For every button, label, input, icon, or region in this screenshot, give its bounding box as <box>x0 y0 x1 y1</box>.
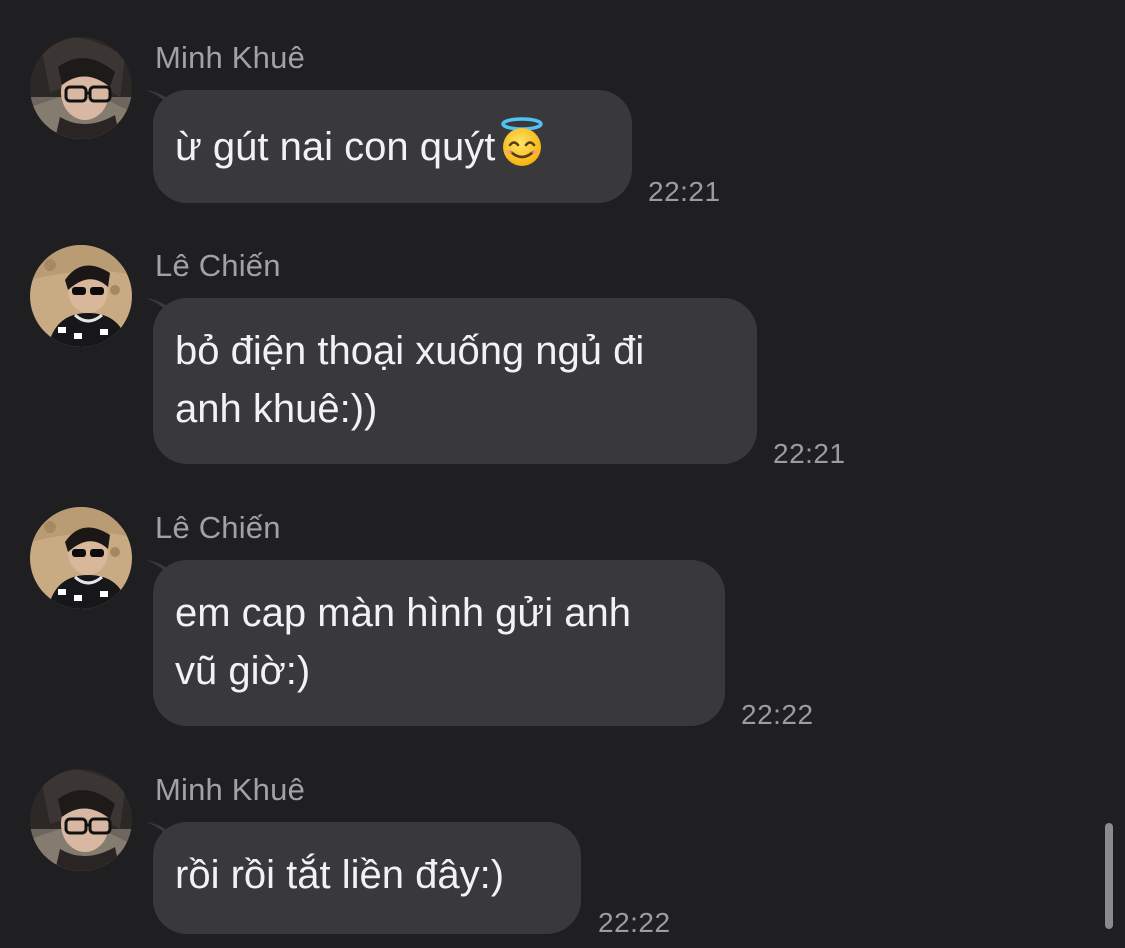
timestamp: 22:22 <box>598 907 671 938</box>
avatar-minh-khue-image <box>30 769 132 871</box>
sender-name: Minh Khuê <box>155 772 306 807</box>
avatar-minh-khue[interactable] <box>30 769 132 871</box>
message-text: rồi rồi tắt liền đây:) <box>175 853 505 897</box>
scrollbar-thumb[interactable] <box>1105 823 1113 929</box>
message: Minh Khuê rồi rồi tắt liền đây:) 22:22 <box>0 0 1100 948</box>
message-bubble[interactable]: rồi rồi tắt liền đây:) <box>153 822 581 934</box>
chat-thread[interactable]: Minh Khuê ừ gút nai con quýt 22:21 Lê Ch… <box>0 0 1125 948</box>
